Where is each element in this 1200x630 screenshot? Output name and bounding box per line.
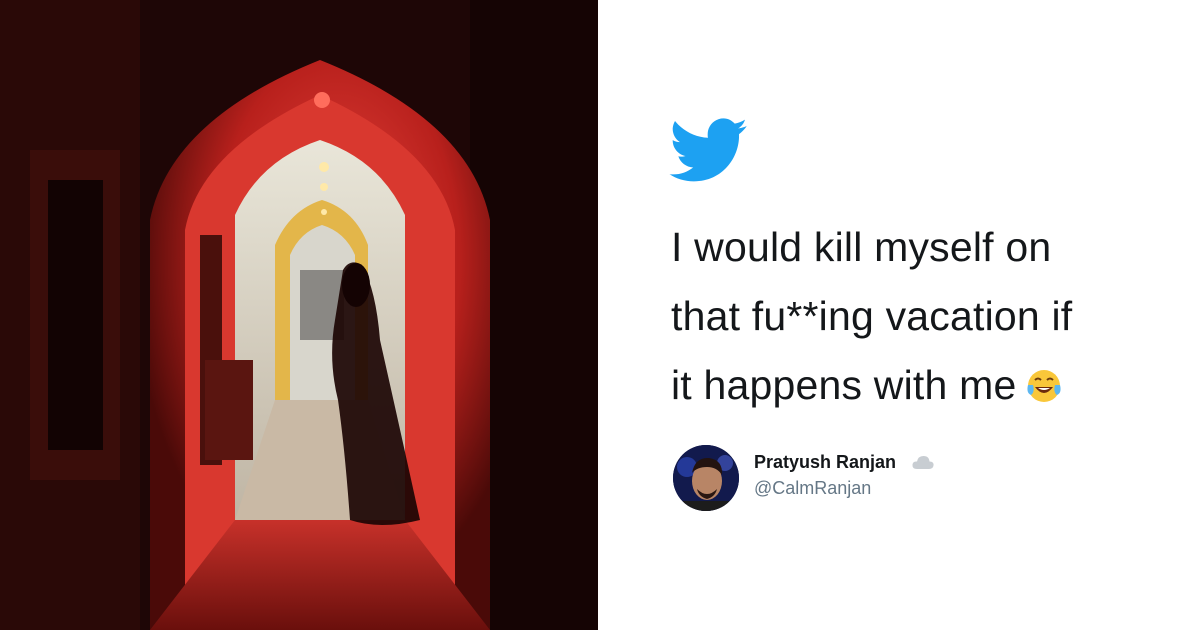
tweet-line-2: that fu**ing vacation if xyxy=(671,293,1073,339)
tweet-text: I would kill myself on that fu**ing vaca… xyxy=(671,213,1171,420)
tweet-card: I would kill myself on that fu**ing vaca… xyxy=(598,0,1200,630)
corridor-photo xyxy=(0,0,598,630)
tweet-line-3-text: it happens with me xyxy=(671,362,1017,408)
avatar-image xyxy=(673,445,739,511)
twitter-bird-icon xyxy=(669,118,748,182)
author-name[interactable]: Pratyush Ranjan xyxy=(754,452,896,473)
tears-of-joy-emoji-icon xyxy=(1027,370,1062,402)
tweet-line-1: I would kill myself on xyxy=(671,224,1052,270)
author-handle[interactable]: @CalmRanjan xyxy=(754,478,871,499)
corridor-photo-art xyxy=(0,0,598,630)
avatar[interactable] xyxy=(673,445,739,511)
tweet-line-3: it happens with me xyxy=(671,351,1171,420)
cloud-icon xyxy=(912,456,934,469)
